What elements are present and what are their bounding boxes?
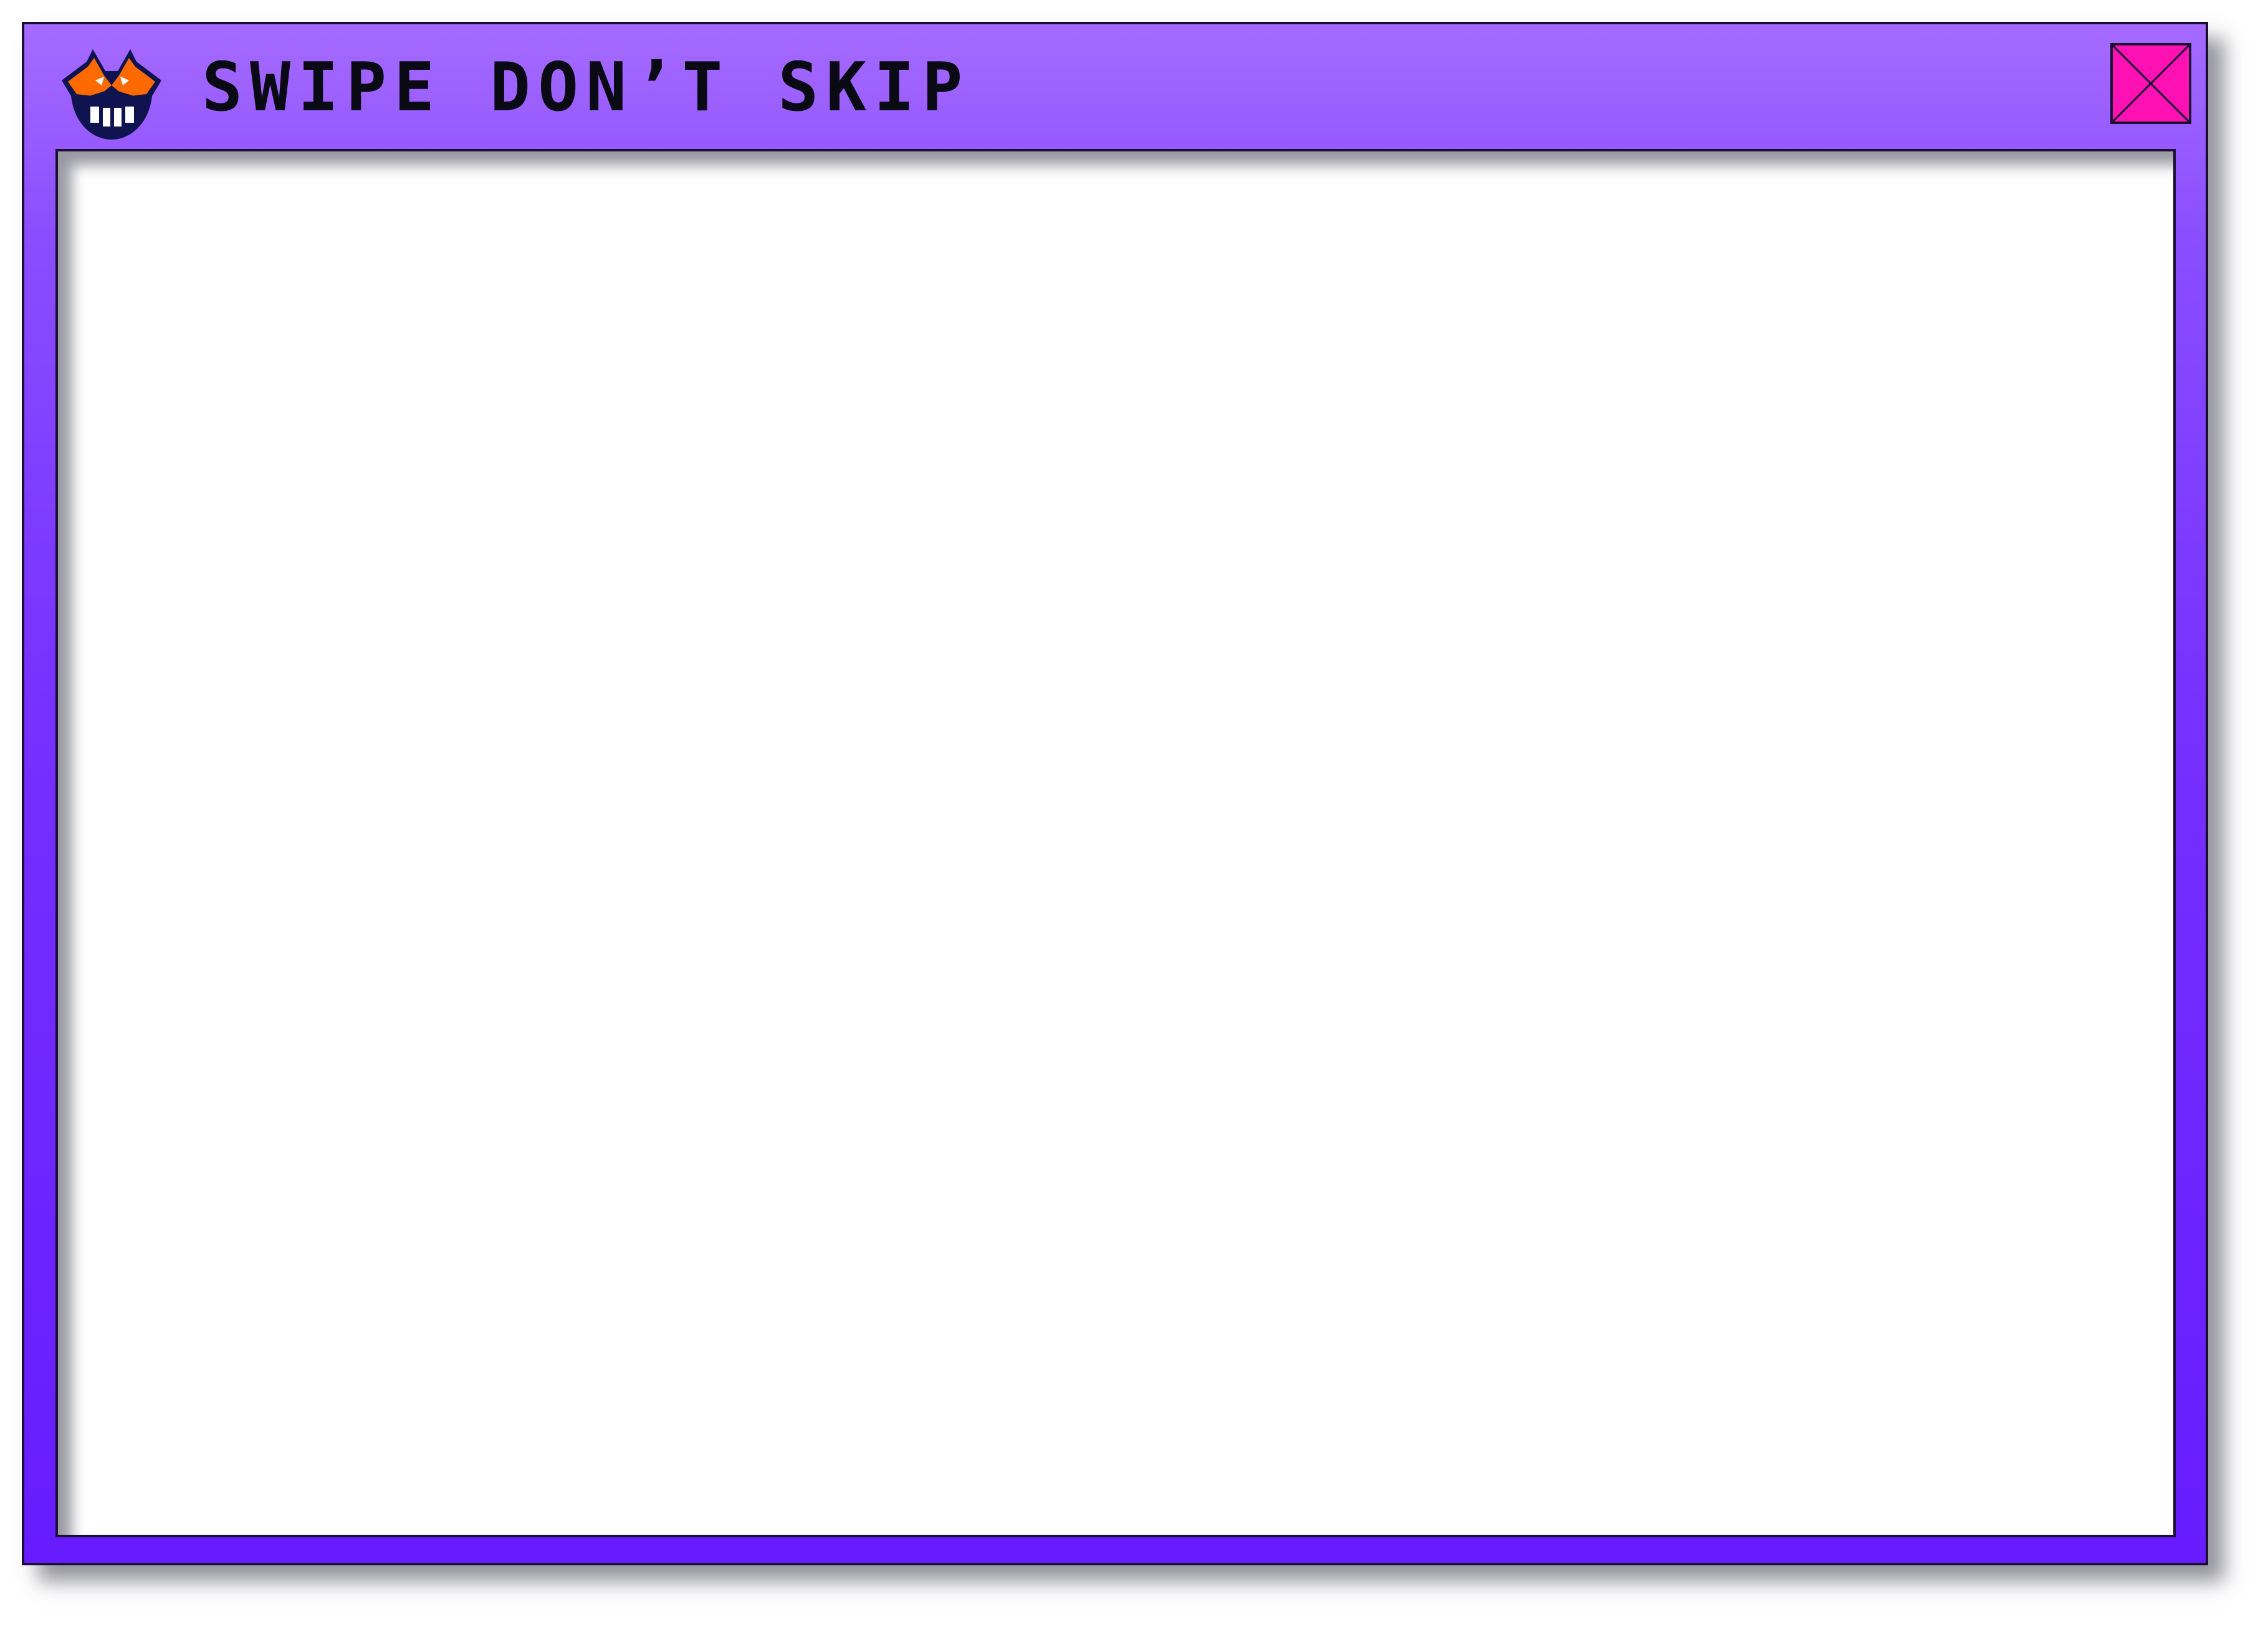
close-x-icon: [2113, 45, 2189, 122]
window-title: SWIPE DON’T SKIP: [202, 49, 970, 126]
app-window: SWIPE DON’T SKIP: [22, 22, 2208, 1565]
grinning-devil-face-icon: [49, 37, 174, 146]
content-area: [55, 149, 2176, 1537]
close-button[interactable]: [2110, 43, 2191, 124]
title-bar[interactable]: SWIPE DON’T SKIP: [24, 24, 2206, 149]
